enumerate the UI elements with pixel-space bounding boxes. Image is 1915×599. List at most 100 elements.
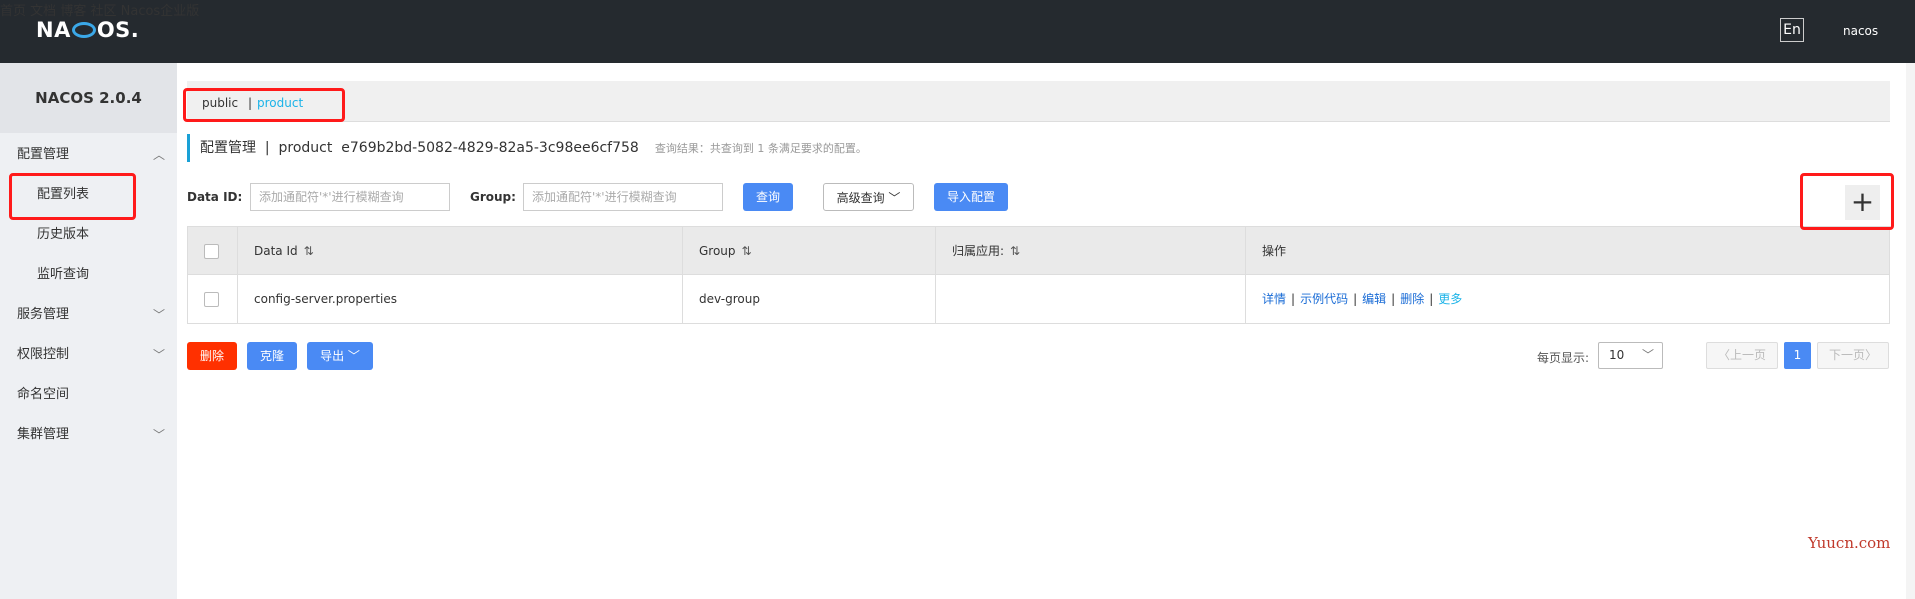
page-title-text: 配置管理 | product e769b2bd-5082-4829-82a5-3…	[200, 140, 639, 156]
sidebar-item-config-list[interactable]: 配置列表	[0, 175, 177, 215]
cell-operations: 详情 | 示例代码 | 编辑 | 删除 | 更多	[1246, 275, 1889, 323]
chevron-down-icon: ﹀	[1641, 348, 1654, 362]
chevron-down-icon: ﹀	[152, 428, 165, 442]
next-page-label: 下一页	[1828, 348, 1865, 362]
sidebar: NACOS 2.0.4 配置管理 ︿ 配置列表 历史版本 监听查询 服务管理 ﹀ 权…	[0, 63, 177, 599]
config-table: Data Id ⇅ Group ⇅ 归属应用: ⇅ 操作 config-server.…	[187, 226, 1890, 324]
delete-button[interactable]: 删除	[187, 342, 237, 370]
sidebar-item-service-management[interactable]: 服务管理 ﹀	[0, 295, 177, 335]
group-label: Group:	[470, 190, 516, 204]
op-sample-code-link[interactable]: 示例代码	[1300, 292, 1348, 306]
namespace-separator: |	[248, 96, 253, 110]
op-edit-link[interactable]: 编辑	[1362, 292, 1386, 306]
sidebar-item-label: 命名空间	[17, 387, 70, 402]
header-checkbox-cell	[188, 227, 238, 275]
header-app[interactable]: 归属应用: ⇅	[936, 227, 1246, 275]
sidebar-item-label: 权限控制	[17, 347, 70, 362]
export-label: 导出	[320, 349, 345, 363]
nav-enterprise[interactable]: Nacos企业版	[121, 4, 200, 19]
row-checkbox-cell	[188, 275, 238, 323]
clone-button[interactable]: 克隆	[247, 342, 297, 370]
next-page-button[interactable]: 下一页〉	[1817, 342, 1889, 369]
op-separator: |	[1353, 292, 1358, 306]
op-separator: |	[1429, 292, 1434, 306]
table-row: config-server.properties dev-group 详情 | 示例…	[188, 275, 1889, 323]
sidebar-item-cluster-management[interactable]: 集群管理 ﹀	[0, 415, 177, 455]
page-size-select[interactable]: 10 ﹀	[1598, 342, 1663, 369]
user-name[interactable]: nacos	[1843, 24, 1878, 38]
chevron-down-icon: ﹀	[347, 349, 360, 363]
dataid-input[interactable]	[250, 183, 450, 211]
op-detail-link[interactable]: 详情	[1262, 292, 1286, 306]
sidebar-item-namespace[interactable]: 命名空间	[0, 375, 177, 415]
page-size-value: 10	[1609, 348, 1625, 362]
sidebar-item-label: 历史版本	[37, 227, 90, 242]
query-result-hint: 查询结果：共查询到 1 条满足要求的配置。	[654, 142, 867, 155]
sidebar-item-access-control[interactable]: 权限控制 ﹀	[0, 335, 177, 375]
sort-icon[interactable]: ⇅	[1010, 244, 1020, 258]
advanced-query-button[interactable]: 高级查询 ﹀	[823, 183, 914, 211]
chevron-right-icon: 〉	[1865, 348, 1878, 362]
chevron-down-icon: ﹀	[152, 348, 165, 362]
sidebar-item-label: 配置管理	[17, 147, 70, 162]
sidebar-item-label: 集群管理	[17, 427, 70, 442]
cell-app	[936, 275, 1246, 323]
scrollbar-track[interactable]	[1906, 63, 1915, 599]
group-input[interactable]	[523, 183, 723, 211]
sidebar-item-history[interactable]: 历史版本	[0, 215, 177, 255]
version-label: NACOS 2.0.4	[0, 63, 177, 133]
cell-group: dev-group	[683, 275, 936, 323]
logo-ring-icon	[71, 22, 96, 38]
nav-community[interactable]: 社区	[90, 4, 116, 19]
row-checkbox[interactable]	[204, 292, 219, 307]
op-separator: |	[1391, 292, 1396, 306]
language-switch-button[interactable]: En	[1780, 18, 1804, 42]
page-title: 配置管理 | product e769b2bd-5082-4829-82a5-3…	[187, 134, 867, 162]
logo-text-left: NA	[36, 18, 71, 42]
prev-page-button[interactable]: 〈上一页	[1706, 342, 1778, 369]
sort-icon[interactable]: ⇅	[304, 244, 314, 258]
chevron-down-icon: ﹀	[152, 308, 165, 322]
header-operations: 操作	[1246, 227, 1889, 275]
namespace-product[interactable]: product	[257, 96, 303, 110]
namespace-public[interactable]: public	[202, 96, 238, 110]
logo-text-right: OS.	[96, 18, 140, 42]
header-label: 操作	[1262, 244, 1287, 258]
sidebar-item-listener-query[interactable]: 监听查询	[0, 255, 177, 295]
import-config-button[interactable]: 导入配置	[934, 183, 1008, 211]
header-label: Data Id	[254, 244, 298, 258]
sidebar-item-label: 配置列表	[37, 187, 90, 202]
select-all-checkbox[interactable]	[204, 244, 219, 259]
dataid-label: Data ID:	[187, 190, 243, 204]
op-more-link[interactable]: 更多	[1438, 292, 1462, 306]
export-button[interactable]: 导出 ﹀	[307, 342, 373, 370]
top-header: NA OS. 首页 文档 博客 社区 Nacos企业版 En nacos	[0, 0, 1915, 63]
add-config-button[interactable]: +	[1845, 185, 1880, 220]
nav-docs[interactable]: 文档	[30, 4, 56, 19]
op-delete-link[interactable]: 删除	[1400, 292, 1424, 306]
query-button[interactable]: 查询	[743, 183, 793, 211]
nav-blog[interactable]: 博客	[60, 4, 86, 19]
chevron-up-icon: ︿	[152, 148, 165, 162]
sidebar-item-label: 监听查询	[37, 267, 90, 282]
advanced-query-label: 高级查询	[836, 191, 885, 205]
sidebar-item-label: 服务管理	[17, 307, 70, 322]
sort-icon[interactable]: ⇅	[742, 244, 752, 258]
watermark: Yuucn.com	[1808, 534, 1891, 552]
page-size-label: 每页显示:	[1537, 351, 1590, 365]
page-number-current[interactable]: 1	[1784, 342, 1811, 369]
cell-dataid: config-server.properties	[238, 275, 683, 323]
namespace-bar: public | product	[187, 81, 1890, 122]
header-dataid[interactable]: Data Id ⇅	[238, 227, 683, 275]
nav-home[interactable]: 首页	[0, 4, 26, 19]
nacos-logo[interactable]: NA OS.	[36, 18, 139, 42]
header-label: Group	[699, 244, 736, 258]
sidebar-item-config-management[interactable]: 配置管理 ︿	[0, 135, 177, 175]
chevron-left-icon: 〈	[1717, 348, 1730, 362]
op-separator: |	[1291, 292, 1296, 306]
chevron-down-icon: ﹀	[888, 191, 901, 205]
header-label: 归属应用:	[952, 244, 1005, 258]
header-group[interactable]: Group ⇅	[683, 227, 936, 275]
table-header: Data Id ⇅ Group ⇅ 归属应用: ⇅ 操作	[188, 227, 1889, 275]
prev-page-label: 上一页	[1730, 348, 1767, 362]
